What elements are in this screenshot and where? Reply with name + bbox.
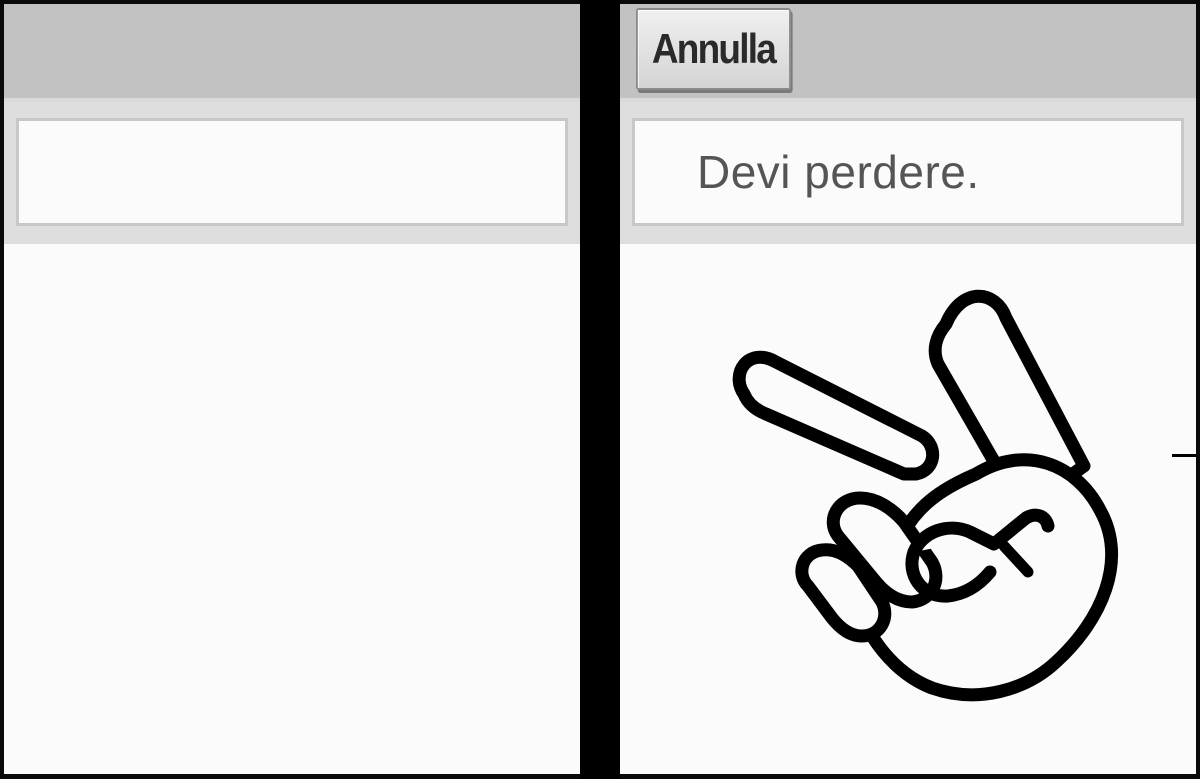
right-panel-header: Annulla — [620, 4, 1196, 102]
peace-hand-icon — [732, 289, 1119, 702]
right-message-box: Devi perdere. — [632, 118, 1184, 226]
left-message-box — [16, 118, 568, 226]
result-message: Devi perdere. — [697, 146, 980, 198]
left-panel — [4, 4, 580, 774]
left-message-band — [4, 102, 580, 244]
edge-tick-mark — [1172, 454, 1196, 457]
right-message-band: Devi perdere. — [620, 102, 1196, 244]
cancel-button[interactable]: Annulla — [636, 8, 791, 90]
right-panel: Annulla Devi perdere. — [620, 4, 1196, 774]
panel-divider — [580, 0, 620, 779]
screen: Annulla Devi perdere. — [0, 0, 1200, 779]
left-panel-header — [4, 4, 580, 102]
